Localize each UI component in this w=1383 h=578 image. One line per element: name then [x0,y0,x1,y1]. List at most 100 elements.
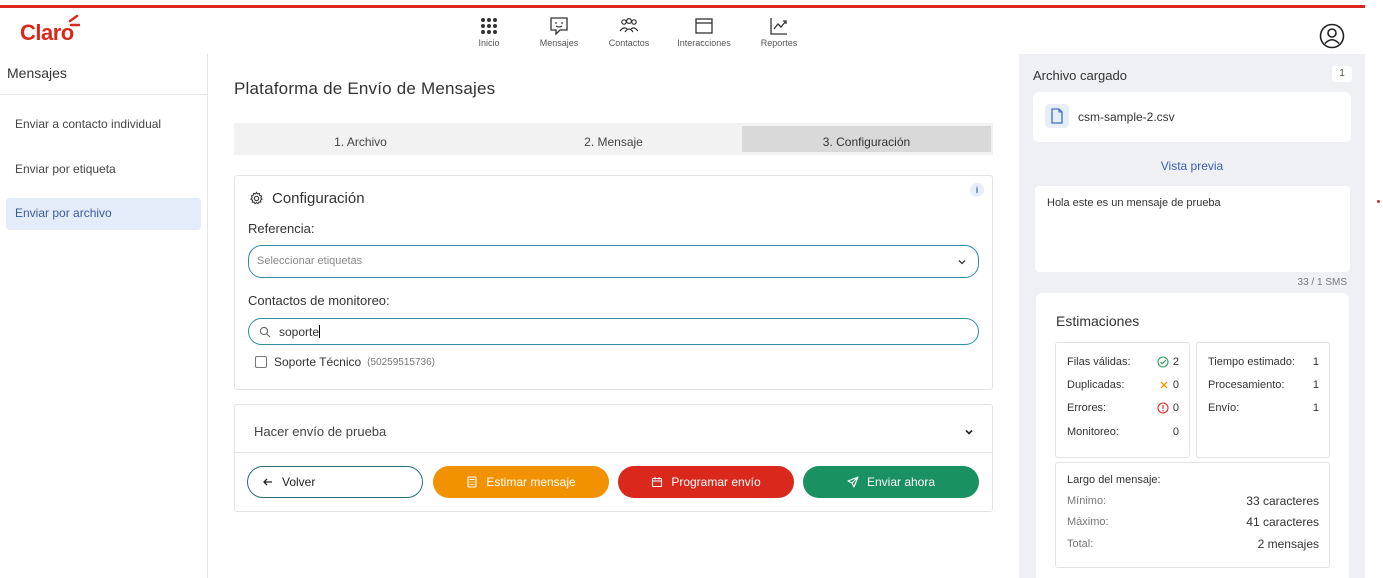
page-title: Plataforma de Envío de Mensajes [234,79,496,98]
send-now-button[interactable]: Enviar ahora [803,466,979,498]
user-account-icon[interactable] [1319,23,1345,49]
duplicates-label: Duplicadas: [1067,379,1125,391]
contact-name: Soporte Técnico [274,355,362,369]
configuration-title-text: Configuración [272,190,365,207]
nav-label: Inicio [478,38,500,48]
check-circle-icon [1157,356,1169,368]
test-send-accordion[interactable]: Hacer envío de prueba [235,405,992,453]
processing-label: Procesamiento: [1208,379,1285,391]
configuration-title: Configuración [249,190,365,207]
monitoring-label: Monitoreo: [1067,426,1119,438]
nav-interacciones[interactable]: Interacciones [664,14,744,48]
estimate-label: Estimar mensaje [486,475,576,489]
errors-row: Errores: 0 [1067,402,1179,414]
monitor-contacts-label: Contactos de monitoreo: [248,293,390,308]
reference-placeholder: Seleccionar etiquetas [257,255,363,267]
file-card[interactable]: csm-sample-2.csv [1033,92,1351,142]
duplicates-value: 0 [1172,379,1179,391]
monitoring-row: Monitoreo: 0 [1067,426,1179,438]
schedule-button[interactable]: Programar envío [618,466,794,498]
nav-label: Contactos [608,38,650,48]
min-length-row: Mínimo: 33 caracteres [1067,494,1319,508]
chevron-down-icon [965,429,973,435]
chevron-down-icon [958,260,966,265]
max-length-value: 41 caracteres [1246,515,1319,529]
send-label: Envío: [1208,402,1240,414]
calendar-icon [652,477,663,488]
gear-icon [250,191,263,205]
send-now-label: Enviar ahora [866,475,936,489]
message-preview: Hola este es un mensaje de prueba [1035,186,1350,272]
valid-rows-row: Filas válidas: 2 [1067,356,1179,368]
configuration-card: Configuración i Referencia: Seleccionar … [234,175,993,390]
min-length-label: Mínimo: [1067,495,1107,507]
estimates-title: Estimaciones [1056,313,1140,329]
top-navigation: Inicio Mensajes Contactos Interacciones [454,14,814,48]
nav-mensajes[interactable]: Mensajes [524,14,594,48]
sms-counter: 33 / 1 SMS [1297,277,1347,288]
step-archivo[interactable]: 1. Archivo [236,126,485,152]
processing-row: Procesamiento: 1 [1208,379,1319,391]
chart-icon [770,18,787,35]
text-caret [319,325,321,338]
nav-contactos[interactable]: Contactos [594,14,664,48]
reference-select[interactable]: Seleccionar etiquetas [248,245,979,278]
sidebar-title: Mensajes [7,65,67,81]
nav-reportes[interactable]: Reportes [744,14,814,48]
arrow-left-icon [263,478,272,486]
nav-label: Mensajes [539,38,579,48]
step-configuracion[interactable]: 3. Configuración [742,126,991,152]
file-icon [1045,104,1069,128]
contact-checkbox[interactable] [255,356,267,368]
time-summary-box: Tiempo estimado: 1 Procesamiento: 1 Enví… [1196,342,1330,458]
step-mensaje[interactable]: 2. Mensaje [489,126,738,152]
estimate-button[interactable]: Estimar mensaje [433,466,609,498]
top-accent-line [0,5,1365,8]
total-value: 2 mensajes [1257,537,1319,551]
search-icon [259,326,271,338]
reference-label: Referencia: [248,221,315,236]
contact-result-row[interactable]: Soporte Técnico (50259515736) [255,355,435,369]
monitoring-value: 0 [1172,426,1179,438]
max-length-row: Máximo: 41 caracteres [1067,515,1319,529]
monitor-search-input[interactable]: soporte [248,318,979,345]
decorative-dot [1377,200,1380,203]
nav-inicio[interactable]: Inicio [454,14,524,48]
nav-label: Interacciones [677,38,731,48]
schedule-label: Programar envío [671,475,761,489]
info-icon[interactable]: i [970,183,984,197]
send-icon [847,476,859,488]
search-value: soporte [279,325,320,339]
valid-rows-label: Filas válidas: [1067,356,1131,368]
window-icon [695,18,713,34]
file-name: csm-sample-2.csv [1078,110,1175,124]
nav-label: Reportes [760,38,798,48]
estimated-time-value: 1 [1312,356,1319,368]
send-value: 1 [1312,402,1319,414]
claro-logo[interactable]: Claro [20,14,80,46]
back-label: Volver [282,475,316,489]
message-icon [550,17,568,36]
errors-value: 0 [1172,402,1179,414]
sidebar-divider [0,94,207,95]
preview-link[interactable]: Vista previa [1019,159,1365,173]
contacts-icon [619,17,639,33]
estimated-time-label: Tiempo estimado: [1208,356,1296,368]
valid-rows-value: 2 [1172,356,1179,368]
test-send-title: Hacer envío de prueba [254,424,387,439]
test-send-card: Hacer envío de prueba Volver Estimar men… [234,404,993,512]
loaded-file-title: Archivo cargado [1033,68,1127,83]
message-length-box: Largo del mensaje: Mínimo: 33 caracteres… [1055,462,1330,568]
sidebar-item-contacto-individual[interactable]: Enviar a contacto individual [6,109,201,141]
back-button[interactable]: Volver [247,466,423,498]
processing-value: 1 [1312,379,1319,391]
send-row: Envío: 1 [1208,402,1319,414]
stepper: 1. Archivo 2. Mensaje 3. Configuración [234,123,993,155]
errors-label: Errores: [1067,402,1107,414]
sidebar-item-archivo[interactable]: Enviar por archivo [6,198,201,230]
estimates-card: Estimaciones Filas válidas: 2 Duplicadas… [1036,293,1349,578]
sidebar-item-etiqueta[interactable]: Enviar por etiqueta [6,154,201,186]
total-row: Total: 2 mensajes [1067,537,1319,551]
contact-phone: (50259515736) [367,356,436,368]
grid-icon [481,18,497,34]
